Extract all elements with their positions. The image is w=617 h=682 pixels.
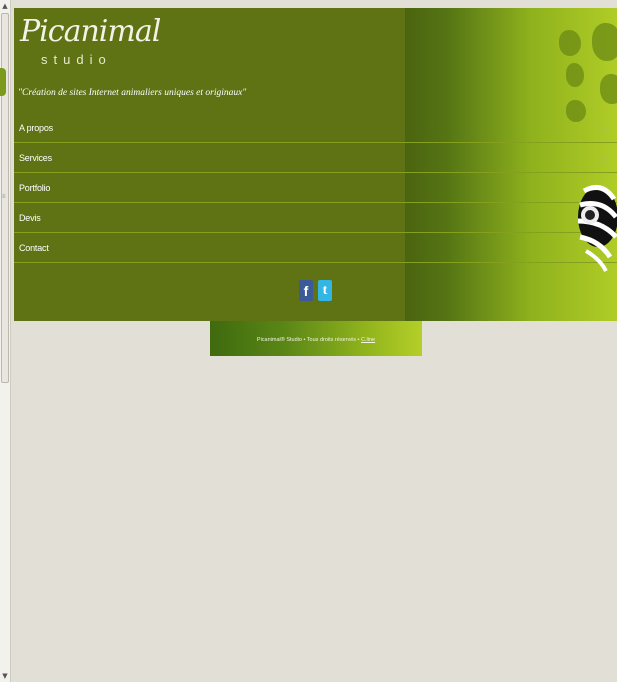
nav-label[interactable]: Devis	[19, 213, 41, 223]
chevron-right-icon: 〉	[601, 155, 611, 166]
lemur-mascot	[577, 184, 617, 272]
vertical-scrollbar[interactable]: ▲ ≡ ▼	[0, 0, 11, 682]
nav-item-services[interactable]: Services 〉	[14, 143, 617, 173]
chevron-right-icon: 〉	[601, 125, 611, 136]
twitter-icon[interactable]: t	[318, 280, 332, 301]
nav-item-contact[interactable]: Contact	[14, 233, 617, 263]
side-tab	[0, 68, 6, 96]
site-header: Picanimal studio "Création de sites Inte…	[14, 8, 617, 321]
nav-label[interactable]: Contact	[19, 243, 49, 253]
main-nav: A propos 〉 Services 〉 Portfolio Devis Co…	[14, 113, 617, 263]
footer-link[interactable]: C.line	[361, 337, 375, 343]
decor-spot	[559, 30, 581, 56]
nav-item-portfolio[interactable]: Portfolio	[14, 173, 617, 203]
facebook-icon[interactable]: f	[299, 280, 313, 301]
decor-spot	[600, 74, 617, 104]
nav-label[interactable]: Services	[19, 153, 52, 163]
scroll-up-arrow-icon[interactable]: ▲	[0, 0, 10, 12]
footer-text: Picanimal® Studio • Tous droits réservés…	[256, 337, 360, 343]
decor-spot	[592, 23, 617, 61]
tagline: "Création de sites Internet animaliers u…	[18, 88, 247, 98]
footer-bar: Picanimal® Studio • Tous droits réservés…	[210, 321, 422, 356]
nav-item-devis[interactable]: Devis	[14, 203, 617, 233]
nav-label[interactable]: A propos	[19, 123, 53, 133]
logo[interactable]: Picanimal	[20, 14, 161, 49]
nav-label[interactable]: Portfolio	[19, 183, 50, 193]
decor-spot	[566, 63, 584, 87]
scrollbar-grip-icon: ≡	[2, 194, 6, 200]
scroll-down-arrow-icon[interactable]: ▼	[0, 670, 10, 682]
logo-subtitle: studio	[41, 52, 112, 67]
nav-item-a-propos[interactable]: A propos 〉	[14, 113, 617, 143]
